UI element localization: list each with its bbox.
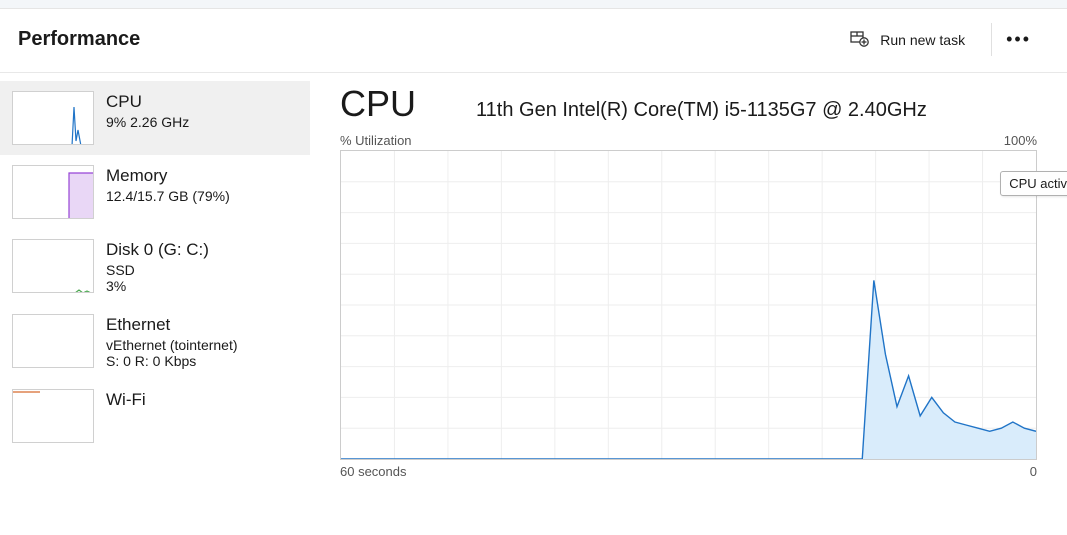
main-title: CPU bbox=[340, 83, 416, 125]
page-title: Performance bbox=[18, 28, 140, 51]
sidebar-item-sub2: S: 0 R: 0 Kbps bbox=[106, 353, 238, 369]
sidebar-text: Memory 12.4/15.7 GB (79%) bbox=[106, 165, 230, 219]
page-header: Performance Run new task ••• bbox=[0, 9, 1067, 73]
window-top-strip bbox=[0, 0, 1067, 9]
sidebar-item-title: Memory bbox=[106, 166, 230, 186]
sidebar-item-sub2: 3% bbox=[106, 278, 209, 294]
cpu-model-name: 11th Gen Intel(R) Core(TM) i5-1135G7 @ 2… bbox=[476, 99, 927, 122]
sidebar-item-title: Wi-Fi bbox=[106, 390, 146, 410]
sidebar-item-sub: 9% 2.26 GHz bbox=[106, 114, 189, 130]
sidebar-item-title: Disk 0 (G: C:) bbox=[106, 240, 209, 260]
sidebar: CPU 9% 2.26 GHz Memory 12.4/15.7 GB (79%… bbox=[0, 73, 310, 535]
cpu-utilization-chart[interactable] bbox=[340, 150, 1037, 460]
sidebar-item-disk[interactable]: Disk 0 (G: C:) SSD 3% bbox=[0, 229, 310, 304]
sidebar-thumb-disk bbox=[12, 239, 94, 293]
main-panel: CPU 11th Gen Intel(R) Core(TM) i5-1135G7… bbox=[310, 73, 1067, 535]
overflow-menu-button[interactable]: ••• bbox=[991, 23, 1045, 56]
run-new-task-label: Run new task bbox=[880, 32, 965, 48]
sidebar-text: CPU 9% 2.26 GHz bbox=[106, 91, 189, 145]
run-new-task-icon bbox=[850, 29, 870, 50]
header-actions: Run new task ••• bbox=[840, 23, 1045, 56]
chart-ylabel: % Utilization bbox=[340, 133, 412, 148]
chart-tooltip: CPU activity bbox=[1000, 171, 1067, 196]
sidebar-thumb-cpu bbox=[12, 91, 94, 145]
sidebar-item-cpu[interactable]: CPU 9% 2.26 GHz bbox=[0, 81, 310, 155]
content-body: CPU 9% 2.26 GHz Memory 12.4/15.7 GB (79%… bbox=[0, 73, 1067, 535]
chart-xlabel-left: 60 seconds bbox=[340, 464, 407, 479]
sidebar-item-sub: vEthernet (tointernet) bbox=[106, 337, 238, 353]
sidebar-item-sub: 12.4/15.7 GB (79%) bbox=[106, 188, 230, 204]
sidebar-text: Ethernet vEthernet (tointernet) S: 0 R: … bbox=[106, 314, 238, 369]
chart-top-labels: % Utilization 100% bbox=[340, 133, 1037, 148]
sidebar-item-wifi[interactable]: Wi-Fi bbox=[0, 379, 310, 453]
sidebar-item-sub: SSD bbox=[106, 262, 209, 278]
chart-xlabel-right: 0 bbox=[1030, 464, 1037, 479]
sidebar-thumb-ethernet bbox=[12, 314, 94, 368]
main-header: CPU 11th Gen Intel(R) Core(TM) i5-1135G7… bbox=[340, 83, 1037, 125]
sidebar-thumb-wifi bbox=[12, 389, 94, 443]
sidebar-text: Wi-Fi bbox=[106, 389, 146, 443]
sidebar-item-ethernet[interactable]: Ethernet vEthernet (tointernet) S: 0 R: … bbox=[0, 304, 310, 379]
sidebar-item-title: Ethernet bbox=[106, 315, 238, 335]
run-new-task-button[interactable]: Run new task bbox=[840, 23, 975, 56]
sidebar-text: Disk 0 (G: C:) SSD 3% bbox=[106, 239, 209, 294]
sidebar-thumb-memory bbox=[12, 165, 94, 219]
chart-ymax: 100% bbox=[1004, 133, 1037, 148]
chart-bottom-labels: 60 seconds 0 bbox=[340, 464, 1037, 479]
sidebar-item-title: CPU bbox=[106, 92, 189, 112]
sidebar-item-memory[interactable]: Memory 12.4/15.7 GB (79%) bbox=[0, 155, 310, 229]
